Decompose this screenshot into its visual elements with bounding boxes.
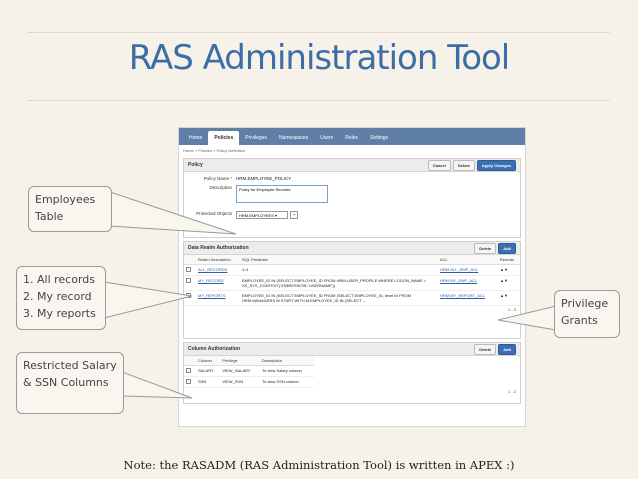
callout-employees: Employees Table — [28, 186, 112, 232]
employees-pointer — [109, 191, 237, 235]
records-pointer — [103, 281, 193, 319]
slide-note: Note: the RASADM (RAS Administration Too… — [123, 458, 515, 472]
callout-records: 1. All records 2. My record 3. My report… — [16, 266, 106, 330]
callout-restricted: Restricted Salary & SSN Columns — [16, 352, 124, 414]
callout-privilege: Privilege Grants — [554, 290, 620, 338]
restricted-pointer — [121, 371, 193, 399]
privilege-pointer — [497, 305, 557, 331]
